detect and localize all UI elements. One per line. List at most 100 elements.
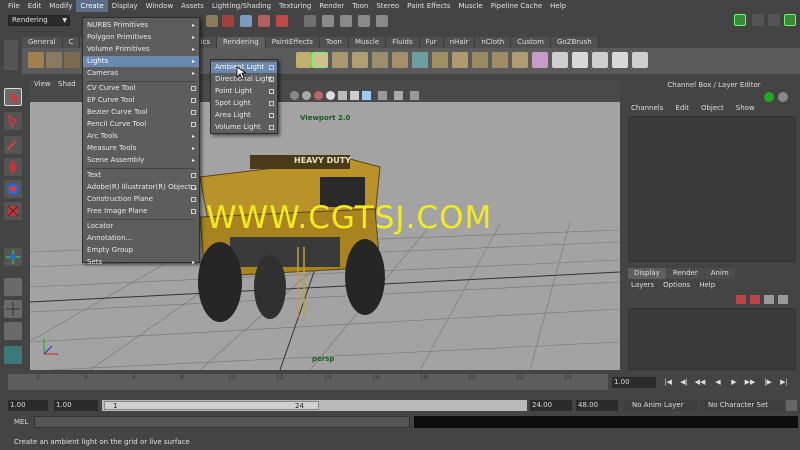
menu-paint-effects[interactable]: Paint Effects	[403, 0, 454, 12]
show-manipulator-icon[interactable]	[4, 248, 22, 266]
shelf-texture-icon[interactable]	[432, 52, 448, 68]
play-forward-icon[interactable]: ▶	[728, 377, 740, 388]
create-menu-item-pencil-curve-tool[interactable]: Pencil Curve Tool	[83, 119, 199, 130]
smooth-shade-icon[interactable]	[302, 91, 311, 100]
option-box-icon[interactable]	[191, 110, 196, 115]
layout-hypershade-icon[interactable]	[4, 346, 22, 364]
shelf-checker4-icon[interactable]	[612, 52, 628, 68]
range-slider-handle[interactable]: 1 24	[104, 401, 319, 410]
create-menu-item-adobe-r-illustrator-r-object[interactable]: Adobe(R) Illustrator(R) Object...	[83, 182, 199, 193]
shelf-tab-ncloth[interactable]: nCloth	[475, 37, 512, 48]
shelf-tab-custom[interactable]: Custom	[511, 37, 551, 48]
create-menu-item-locator[interactable]: Locator	[83, 221, 199, 232]
option-box-icon[interactable]	[191, 185, 196, 190]
menu-texturing[interactable]: Texturing	[275, 0, 315, 12]
anti-alias-icon[interactable]	[362, 91, 371, 100]
channel-box-menu-edit[interactable]: Edit	[675, 104, 689, 114]
lasso-tool-icon[interactable]	[4, 112, 22, 130]
select-tool-icon[interactable]	[4, 88, 22, 106]
shelf-cube-icon[interactable]	[46, 52, 62, 68]
option-box-icon[interactable]	[269, 113, 274, 118]
snap-curve-icon[interactable]	[276, 15, 288, 27]
shadows-icon[interactable]	[338, 91, 347, 100]
create-menu-item-bezier-curve-tool[interactable]: Bezier Curve Tool	[83, 107, 199, 118]
shelf-tab-toon[interactable]: Toon	[319, 37, 349, 48]
menu-edit[interactable]: Edit	[24, 0, 46, 12]
sidebar-toggle-icon[interactable]	[734, 14, 746, 26]
menu-toon[interactable]: Toon	[348, 0, 372, 12]
go-to-end-icon[interactable]: ▶|	[778, 377, 790, 388]
shelf-spotlight-icon[interactable]	[312, 52, 328, 68]
playback-start-field[interactable]: 1.00	[54, 400, 98, 411]
create-menu-item-free-image-plane[interactable]: Free Image Plane	[83, 206, 199, 217]
wireframe-icon[interactable]	[290, 91, 299, 100]
move-tool-icon[interactable]	[4, 158, 22, 176]
channel-box-menu-object[interactable]: Object	[701, 104, 724, 114]
layer-tab-display[interactable]: Display	[628, 268, 666, 279]
layout-four-icon[interactable]	[4, 300, 22, 318]
create-menu-item-empty-group[interactable]: Empty Group	[83, 245, 199, 256]
step-back-icon[interactable]: ◀|	[678, 377, 690, 388]
create-menu-item-ep-curve-tool[interactable]: EP Curve Tool	[83, 95, 199, 106]
rotate-tool-icon[interactable]	[4, 180, 22, 198]
option-box-icon[interactable]	[191, 86, 196, 91]
animation-prefs-icon[interactable]	[786, 400, 797, 411]
shelf-tab-fluids[interactable]: Fluids	[386, 37, 420, 48]
time-slider[interactable]: 2 4 6 8 10 12 14 16 18 20 22 24	[8, 374, 608, 390]
move-layer-up-icon[interactable]	[764, 295, 774, 304]
menu-help[interactable]: Help	[546, 0, 570, 12]
isolate-select-icon[interactable]	[378, 91, 387, 100]
render-settings-icon[interactable]	[376, 15, 388, 27]
shelf-shader-icon[interactable]	[412, 52, 428, 68]
shelf-checker-icon[interactable]	[552, 52, 568, 68]
camera-attributes-icon[interactable]	[410, 91, 419, 100]
shelf-material-icon[interactable]	[392, 52, 408, 68]
shelf-sphere-icon[interactable]	[28, 52, 44, 68]
shelf-menu-icon[interactable]	[4, 40, 18, 70]
xray-icon[interactable]	[394, 91, 403, 100]
shelf-tab-gozbrush[interactable]: GoZBrush	[550, 37, 599, 48]
layout-single-icon[interactable]	[4, 278, 22, 296]
channel-box-area[interactable]	[628, 116, 796, 262]
shelf-cylinder-icon[interactable]	[64, 52, 80, 68]
menu-window[interactable]: Window	[142, 0, 178, 12]
lights-menu-item-volume-light[interactable]: Volume Light	[211, 122, 277, 133]
select-by-type-icon[interactable]	[240, 15, 252, 27]
option-box-icon[interactable]	[191, 122, 196, 127]
menu-pipeline-cache[interactable]: Pipeline Cache	[487, 0, 546, 12]
lighting-icon[interactable]	[326, 91, 335, 100]
create-menu-item-arc-tools[interactable]: Arc Tools ▸	[83, 131, 199, 142]
shelf-tab-nhair[interactable]: nHair	[443, 37, 476, 48]
option-box-icon[interactable]	[269, 89, 274, 94]
layer-menu-help[interactable]: Help	[699, 281, 715, 291]
layer-list-area[interactable]	[628, 308, 796, 370]
shelf-tab-rendering[interactable]: Rendering	[216, 37, 266, 48]
create-menu-item-cv-curve-tool[interactable]: CV Curve Tool	[83, 83, 199, 94]
shelf-pointlight-icon[interactable]	[332, 52, 348, 68]
shelf-arealight-icon[interactable]	[352, 52, 368, 68]
menu-modify[interactable]: Modify	[45, 0, 76, 12]
option-box-icon[interactable]	[269, 65, 274, 70]
current-frame-field[interactable]: 1.00	[612, 377, 656, 388]
new-layer-selected-icon[interactable]	[750, 295, 760, 304]
menu-set-select[interactable]: Rendering ▼	[8, 15, 70, 26]
layer-menu-options[interactable]: Options	[663, 281, 690, 291]
option-box-icon[interactable]	[269, 125, 274, 130]
shelf-cone-icon[interactable]	[532, 52, 548, 68]
shelf-volumelight-icon[interactable]	[372, 52, 388, 68]
menu-file[interactable]: File	[4, 0, 24, 12]
shelf-checker3-icon[interactable]	[592, 52, 608, 68]
create-menu-item-text[interactable]: Text	[83, 170, 199, 181]
menu-muscle[interactable]: Muscle	[455, 0, 487, 12]
create-menu-item-sets[interactable]: Sets ▸	[83, 257, 199, 268]
create-menu-item-nurbs-primitives[interactable]: NURBS Primitives ▸	[83, 20, 199, 31]
lights-menu-item-area-light[interactable]: Area Light	[211, 110, 277, 121]
shelf-tab-general[interactable]: General	[22, 37, 63, 48]
command-input[interactable]	[34, 416, 410, 428]
channel-box-toggle-icon[interactable]	[764, 92, 774, 102]
scale-tool-icon[interactable]	[4, 202, 22, 220]
shelf-uv-icon[interactable]	[492, 52, 508, 68]
shelf-tab-fur[interactable]: Fur	[419, 37, 444, 48]
create-menu-item-cameras[interactable]: Cameras ▸	[83, 68, 199, 79]
option-box-icon[interactable]	[191, 98, 196, 103]
